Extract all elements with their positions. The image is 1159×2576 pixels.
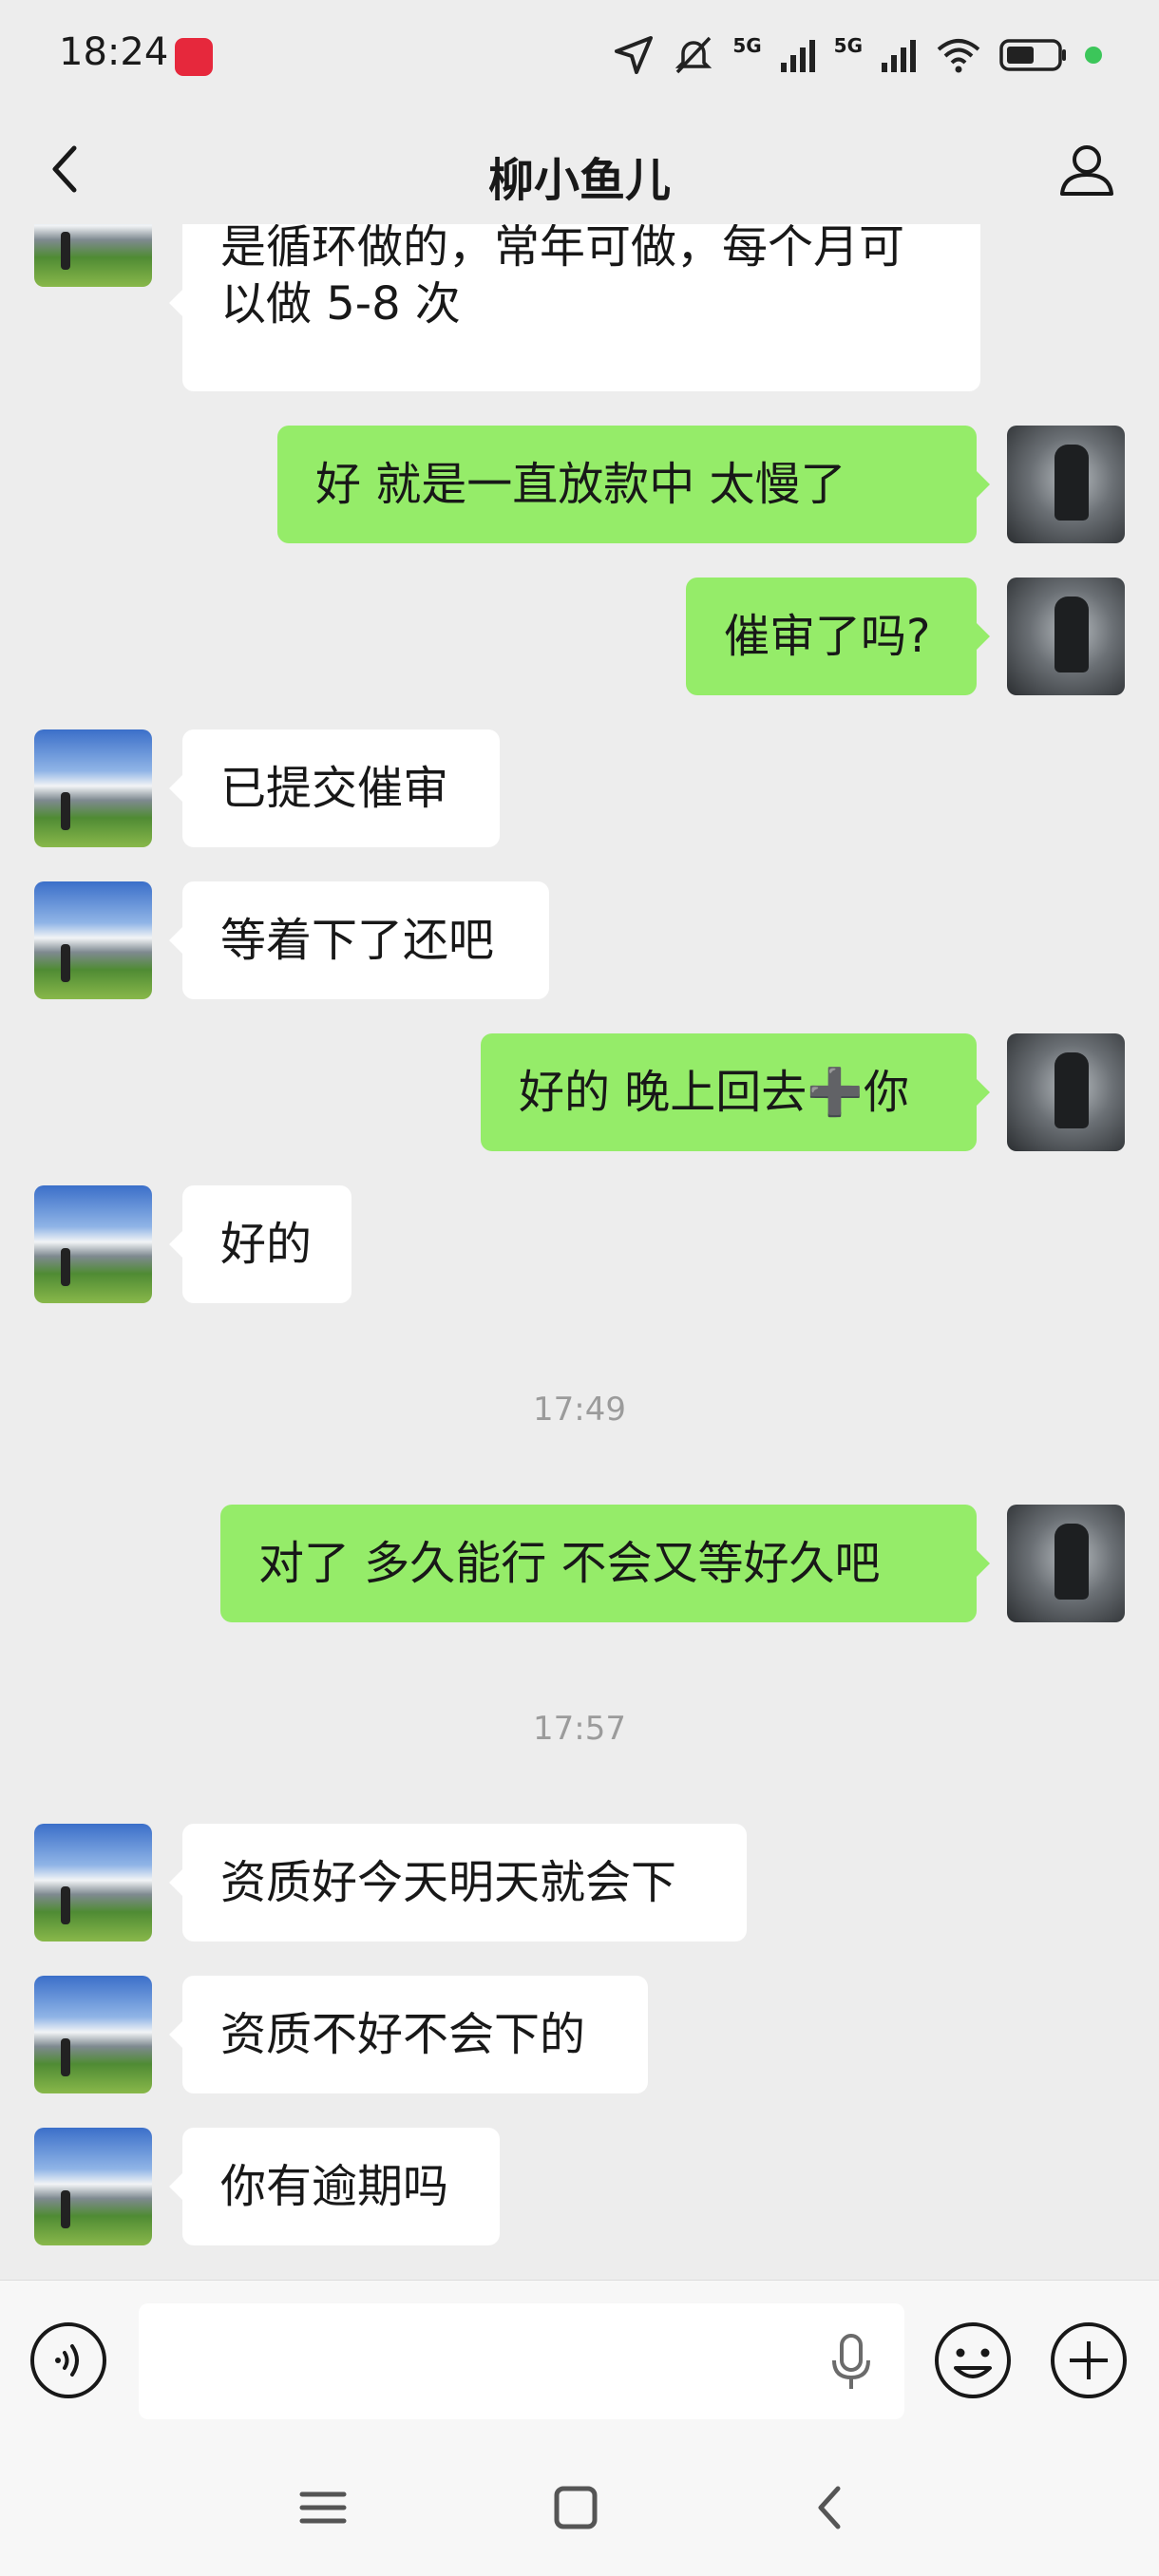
contact-avatar[interactable] (34, 224, 152, 287)
chat-title: 柳小鱼儿 (487, 154, 671, 207)
app-notification-icon (175, 38, 213, 76)
menu-icon (299, 2491, 347, 2524)
silent-mode-icon (675, 36, 712, 74)
status-bar: 18:24 5G 5G (0, 0, 1159, 112)
message-bubble-outgoing[interactable]: 好 就是一直放款中 太慢了 (277, 426, 990, 543)
system-navigation-bar (0, 2441, 1159, 2576)
message-list[interactable]: 是循环做的，常年可做，每个月可以做 5-8 次 好 就是一直放款中 太慢了 催审… (0, 224, 1159, 2280)
message-bubble-incoming[interactable]: 是循环做的，常年可做，每个月可以做 5-8 次 (169, 224, 980, 391)
nav-home-button[interactable] (545, 2477, 606, 2538)
privacy-indicator-dot (1085, 47, 1102, 64)
message-bubble-outgoing[interactable]: 对了 多久能行 不会又等好久吧 (220, 1505, 990, 1622)
battery-icon (999, 39, 1066, 71)
message-timestamp: 17:49 (533, 1391, 626, 1429)
message-bubble-outgoing[interactable]: 催审了吗? (686, 578, 990, 695)
person-icon (1060, 145, 1113, 196)
microphone-icon[interactable] (826, 2332, 876, 2393)
signal-1-icon (780, 40, 815, 72)
message-bubble-incoming[interactable]: 等着下了还吧 (169, 881, 549, 999)
status-time: 18:24 (59, 30, 169, 74)
message-bubble-incoming[interactable]: 资质好今天明天就会下 (169, 1824, 747, 1941)
signal-2-icon (882, 40, 916, 72)
my-avatar[interactable] (1007, 426, 1125, 543)
contact-avatar[interactable] (34, 1976, 152, 2093)
chat-info-button[interactable] (1056, 139, 1117, 199)
wifi-icon (937, 39, 980, 73)
signal-1-label: 5G (732, 34, 762, 57)
message-bubble-outgoing[interactable]: 好的 晚上回去➕你 (481, 1033, 990, 1151)
voice-mode-button[interactable] (28, 2320, 108, 2400)
contact-avatar[interactable] (34, 729, 152, 847)
message-timestamp: 17:57 (533, 1710, 626, 1748)
signal-2-label: 5G (833, 34, 863, 57)
chevron-left-icon (818, 2486, 841, 2529)
smiley-icon (935, 2322, 1011, 2398)
status-icons: 5G 5G (613, 34, 1102, 76)
contact-avatar[interactable] (34, 1185, 152, 1303)
contact-avatar[interactable] (34, 1824, 152, 1941)
voice-icon (30, 2322, 106, 2398)
message-bubble-incoming[interactable]: 资质不好不会下的 (169, 1976, 648, 2093)
message-input[interactable] (139, 2303, 904, 2419)
message-input-bar (0, 2280, 1159, 2442)
nav-back-button[interactable] (800, 2477, 861, 2538)
contact-avatar[interactable] (34, 2128, 152, 2245)
message-bubble-incoming[interactable]: 好的 (169, 1185, 352, 1303)
more-actions-button[interactable] (1049, 2320, 1129, 2400)
my-avatar[interactable] (1007, 1033, 1125, 1151)
message-bubble-incoming[interactable]: 已提交催审 (169, 729, 500, 847)
chat-header: 柳小鱼儿 (0, 112, 1159, 224)
plus-circle-icon (1051, 2322, 1127, 2398)
nav-menu-button[interactable] (293, 2477, 353, 2538)
my-avatar[interactable] (1007, 1505, 1125, 1622)
contact-avatar[interactable] (34, 881, 152, 999)
square-home-icon (554, 2486, 598, 2529)
location-icon (615, 36, 654, 74)
emoji-button[interactable] (933, 2320, 1013, 2400)
message-bubble-incoming[interactable]: 你有逾期吗 (169, 2128, 500, 2245)
my-avatar[interactable] (1007, 578, 1125, 695)
